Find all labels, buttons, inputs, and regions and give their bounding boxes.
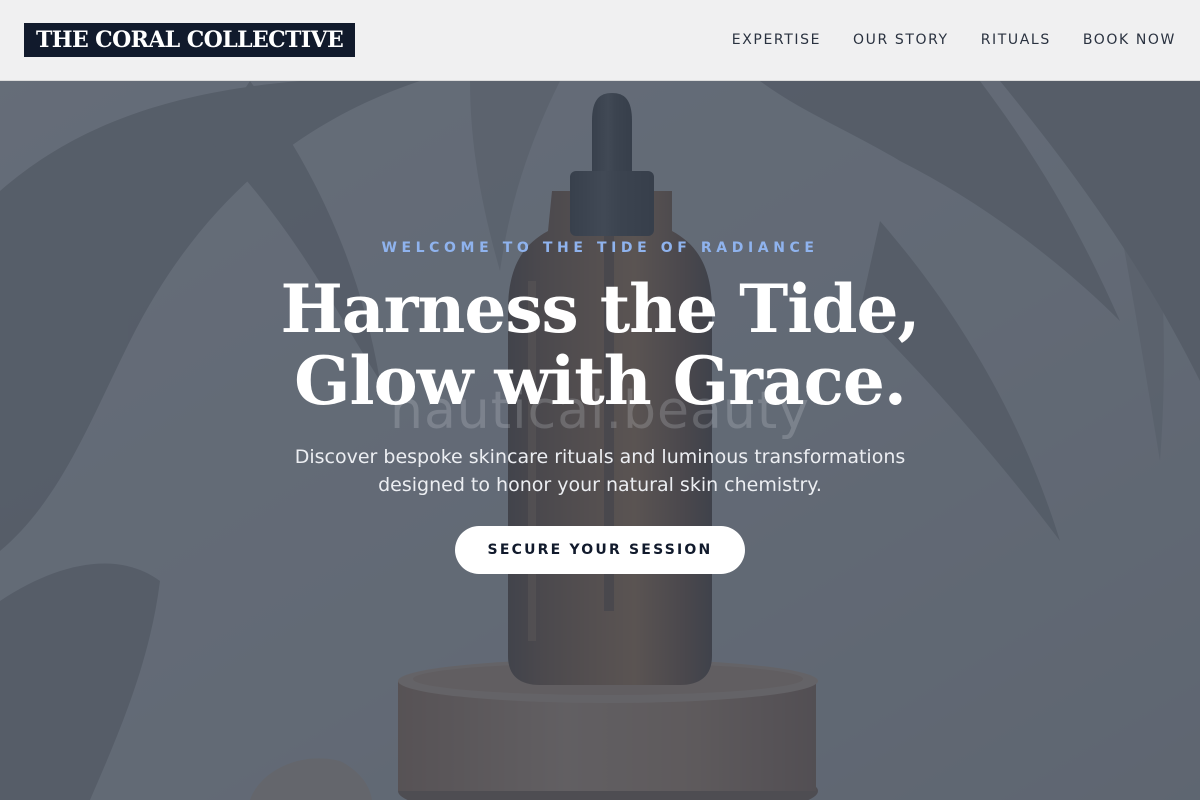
site-header: THE CORAL COLLECTIVE EXPERTISE OUR STORY… <box>0 0 1200 81</box>
main-nav: EXPERTISE OUR STORY RITUALS BOOK NOW <box>700 32 1176 48</box>
hero-subtext-line-2: designed to honor your natural skin chem… <box>378 474 822 496</box>
hero-headline: Harness the Tide, Glow with Grace. <box>0 273 1200 417</box>
hero-eyebrow: WELCOME TO THE TIDE OF RADIANCE <box>381 240 819 256</box>
hero-headline-line-1: Harness the Tide, <box>280 270 921 348</box>
hero-content: WELCOME TO THE TIDE OF RADIANCE nautical… <box>0 81 1200 800</box>
brand-logo[interactable]: THE CORAL COLLECTIVE <box>24 23 356 57</box>
nav-item-book-now[interactable]: BOOK NOW <box>1083 32 1176 48</box>
nav-item-expertise[interactable]: EXPERTISE <box>732 32 821 48</box>
secure-session-button[interactable]: SECURE YOUR SESSION <box>455 526 745 574</box>
hero-subtext-line-1: Discover bespoke skincare rituals and lu… <box>294 446 906 468</box>
hero-subtext: Discover bespoke skincare rituals and lu… <box>0 443 1200 499</box>
nav-item-our-story[interactable]: OUR STORY <box>853 32 949 48</box>
nav-item-rituals[interactable]: RITUALS <box>981 32 1051 48</box>
hero-headline-line-2: Glow with Grace. <box>294 342 907 420</box>
